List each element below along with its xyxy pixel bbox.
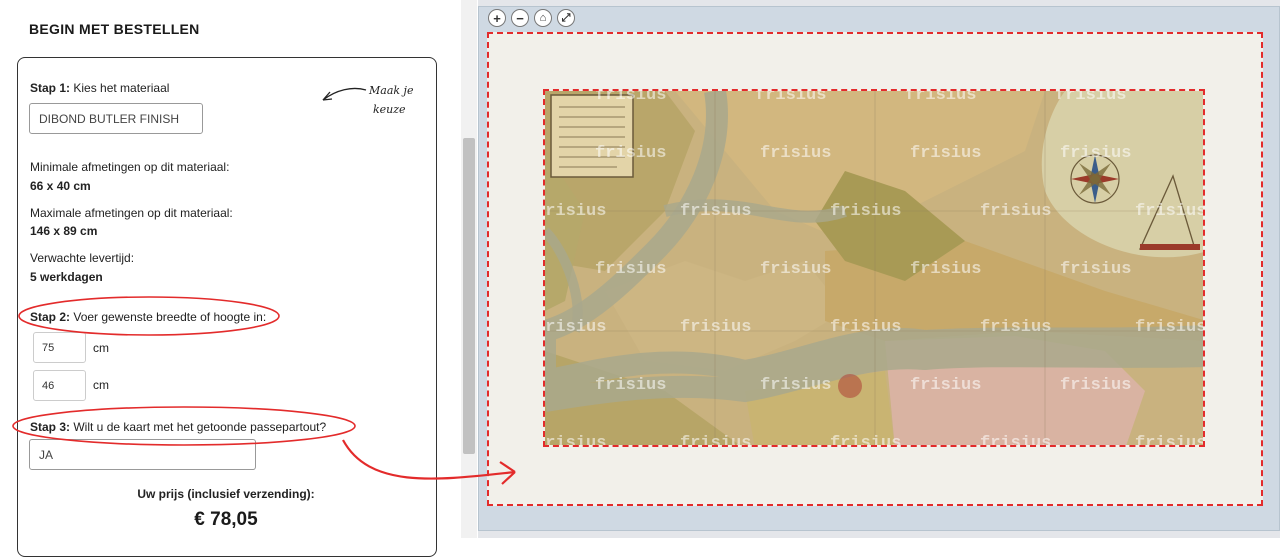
watermark: frisius [595, 144, 666, 163]
max-dims-value: 146 x 89 cm [30, 224, 98, 238]
watermark: frisius [595, 376, 666, 395]
zoom-out-icon: − [516, 10, 524, 26]
step2-label: Stap 2: [30, 310, 71, 324]
material-select[interactable]: DIBOND BUTLER FINISH [29, 103, 203, 134]
zoom-in-icon: + [493, 10, 501, 26]
min-dims-value: 66 x 40 cm [30, 179, 91, 193]
price-value: € 78,05 [128, 509, 324, 538]
watermark: frisius [980, 318, 1051, 337]
scrollbar-thumb[interactable] [463, 138, 475, 454]
watermark: frisius [1060, 260, 1131, 279]
step2-text: Voer gewenste breedte of hoogte in: [73, 310, 267, 324]
watermark: frisius [680, 318, 751, 337]
watermark: frisius [910, 144, 981, 163]
watermark: frisius [980, 434, 1051, 447]
passepartout-select[interactable]: JA [29, 439, 256, 470]
price-label: Uw prijs (inclusief verzending): [137, 487, 315, 501]
width-unit: cm [93, 341, 109, 355]
width-value: 75 [42, 341, 55, 354]
watermark: frisius [545, 434, 606, 447]
watermark: frisius [830, 318, 901, 337]
watermark: frisius [1135, 318, 1205, 337]
zoom-in-button[interactable]: + [488, 9, 506, 27]
step2-line: Stap 2: Voer gewenste breedte of hoogte … [30, 310, 266, 324]
height-unit: cm [93, 378, 109, 392]
watermark: frisius [760, 260, 831, 279]
step1-text: Kies het materiaal [73, 81, 170, 95]
step3-text: Wilt u de kaart met het getoonde passepa… [73, 420, 327, 434]
watermark: frisius [1135, 202, 1205, 221]
order-heading: BEGIN MET BESTELLEN [29, 21, 200, 37]
zoom-out-button[interactable]: − [511, 9, 529, 27]
watermark: frisius [905, 91, 976, 105]
home-button[interactable]: ⌂ [534, 9, 552, 27]
watermark: frisius [680, 202, 751, 221]
note-line-1: Maak je [369, 84, 414, 97]
watermark: frisius [1060, 376, 1131, 395]
watermark: frisius [980, 202, 1051, 221]
watermark: frisius [545, 202, 606, 221]
watermark: frisius [595, 260, 666, 279]
note-arrow-icon [322, 87, 367, 101]
step1-label: Stap 1: [30, 81, 71, 95]
width-input[interactable]: 75 [33, 332, 86, 363]
passepartout-value: JA [39, 447, 54, 462]
watermark: frisius [760, 376, 831, 395]
height-input[interactable]: 46 [33, 370, 86, 401]
map-image[interactable]: frisius frisius frisius frisius frisius … [543, 89, 1205, 447]
watermark: frisius [830, 434, 901, 447]
watermark: frisius [760, 144, 831, 163]
order-panel: BEGIN MET BESTELLEN Stap 1: Kies het mat… [0, 0, 460, 557]
step1-line: Stap 1: Kies het materiaal [30, 81, 169, 95]
home-icon: ⌂ [539, 11, 547, 24]
watermark: frisius [1055, 91, 1126, 105]
delivery-value: 5 werkdagen [30, 270, 103, 284]
viewer-toolbar: + − ⌂ ⤢ [488, 9, 575, 27]
map-drawing: frisius frisius frisius frisius frisius … [545, 91, 1205, 447]
max-dims-label: Maximale afmetingen op dit materiaal: [30, 206, 233, 220]
note-line-2: keuze [373, 103, 406, 116]
delivery-label: Verwachte levertijd: [30, 251, 135, 265]
watermark: frisius [910, 260, 981, 279]
watermark: frisius [755, 91, 826, 105]
height-value: 46 [42, 379, 55, 392]
step3-line: Stap 3: Wilt u de kaart met het getoonde… [30, 420, 326, 434]
watermark: frisius [830, 202, 901, 221]
material-value: DIBOND BUTLER FINISH [39, 111, 180, 126]
step3-label: Stap 3: [30, 420, 71, 434]
handwritten-note: Maak je keuze [369, 81, 413, 119]
watermark: frisius [1060, 144, 1131, 163]
watermark: frisius [680, 434, 751, 447]
watermark: frisius [595, 91, 666, 105]
fullscreen-icon: ⤢ [561, 11, 571, 24]
watermark: frisius [1135, 434, 1205, 447]
min-dims-label: Minimale afmetingen op dit materiaal: [30, 160, 230, 174]
fullscreen-button[interactable]: ⤢ [557, 9, 575, 27]
watermark: frisius [910, 376, 981, 395]
watermark: frisius [545, 318, 606, 337]
